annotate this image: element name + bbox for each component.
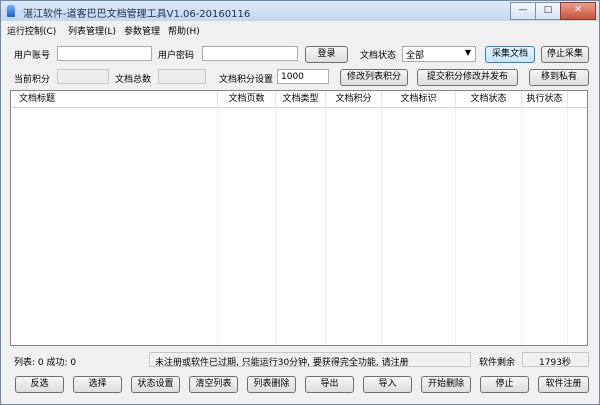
login-button[interactable]: 登录 xyxy=(305,46,348,63)
menu-params[interactable]: 参数管理 xyxy=(124,24,160,37)
menu-bar: 运行控制(C) 列表管理(L) 参数管理 帮助(H) xyxy=(1,21,599,39)
user-account-label: 用户账号 xyxy=(14,51,51,61)
start-delete-button[interactable]: 开始删除 xyxy=(421,376,471,393)
column-divider xyxy=(217,108,218,345)
status-setting-button[interactable]: 状态设置 xyxy=(131,376,180,393)
column-header-type[interactable]: 文档类型 xyxy=(276,91,326,108)
user-account-input[interactable] xyxy=(57,46,152,61)
points-setting-input[interactable] xyxy=(277,69,329,84)
document-table[interactable]: 文档标题 文档页数 文档类型 文档积分 文档标识 文档状态 执行状态 xyxy=(10,90,588,346)
window-title: 湛江软件-道客巴巴文档管理工具V1.06-20160116 xyxy=(23,9,251,20)
column-divider xyxy=(521,108,522,345)
column-divider xyxy=(325,108,326,345)
select-button[interactable]: 选择 xyxy=(73,376,122,393)
remaining-time: 1793秒 xyxy=(539,358,571,368)
modify-list-points-button[interactable]: 修改列表积分 xyxy=(340,69,408,86)
column-header-id[interactable]: 文档标识 xyxy=(382,91,456,108)
chevron-down-icon: ▼ xyxy=(464,48,471,57)
column-header-pages[interactable]: 文档页数 xyxy=(218,91,276,108)
current-points-label: 当前积分 xyxy=(14,75,51,85)
password-input[interactable] xyxy=(202,46,298,61)
import-button[interactable]: 导入 xyxy=(363,376,412,393)
minimize-button[interactable]: — xyxy=(510,2,536,20)
column-divider xyxy=(455,108,456,345)
doc-total-label: 文档总数 xyxy=(115,75,152,85)
doc-status-label: 文档状态 xyxy=(360,51,397,61)
move-to-private-button[interactable]: 移到私有 xyxy=(529,69,589,86)
submit-points-publish-button[interactable]: 提交积分修改并发布 xyxy=(417,69,518,86)
password-label: 用户密码 xyxy=(158,51,195,61)
stop-collect-button[interactable]: 停止采集 xyxy=(541,46,589,63)
column-header-exec-status[interactable]: 执行状态 xyxy=(522,91,568,108)
collect-docs-button[interactable]: 采集文档 xyxy=(485,46,535,63)
doc-status-value: 全部 xyxy=(406,51,425,61)
column-header-points[interactable]: 文档积分 xyxy=(326,91,382,108)
list-delete-button[interactable]: 列表删除 xyxy=(247,376,296,393)
column-divider xyxy=(381,108,382,345)
column-header-title[interactable]: 文档标题 xyxy=(11,91,218,108)
column-header-doc-status[interactable]: 文档状态 xyxy=(456,91,522,108)
software-register-button[interactable]: 软件注册 xyxy=(538,376,589,393)
doc-total-field xyxy=(158,69,206,84)
remaining-label: 软件剩余 xyxy=(479,358,516,368)
app-logo-icon xyxy=(7,5,15,17)
clear-list-button[interactable]: 清空列表 xyxy=(189,376,238,393)
list-counts: 列表: 0 成功: 0 xyxy=(14,358,77,368)
doc-status-select[interactable]: 全部 ▼ xyxy=(402,46,476,62)
column-header-filler xyxy=(568,91,587,108)
points-setting-label: 文档积分设置 xyxy=(219,75,274,85)
maximize-button[interactable]: □ xyxy=(535,2,561,20)
export-button[interactable]: 导出 xyxy=(305,376,354,393)
app-window: 湛江软件-道客巴巴文档管理工具V1.06-20160116 — □ ✕ 运行控制… xyxy=(0,0,600,405)
menu-run-control[interactable]: 运行控制(C) xyxy=(7,24,56,37)
menu-help[interactable]: 帮助(H) xyxy=(168,24,200,37)
column-divider xyxy=(567,108,568,345)
stop-button[interactable]: 停止 xyxy=(480,376,529,393)
menu-list-manage[interactable]: 列表管理(L) xyxy=(68,24,116,37)
current-points-field xyxy=(57,69,109,84)
invert-select-button[interactable]: 反选 xyxy=(15,376,64,393)
column-divider xyxy=(275,108,276,345)
title-bar: 湛江软件-道客巴巴文档管理工具V1.06-20160116 — □ ✕ xyxy=(1,1,599,21)
status-message: 未注册或软件已过期, 只能运行30分钟, 要获得完全功能, 请注册 xyxy=(155,358,409,368)
close-button[interactable]: ✕ xyxy=(560,2,596,20)
